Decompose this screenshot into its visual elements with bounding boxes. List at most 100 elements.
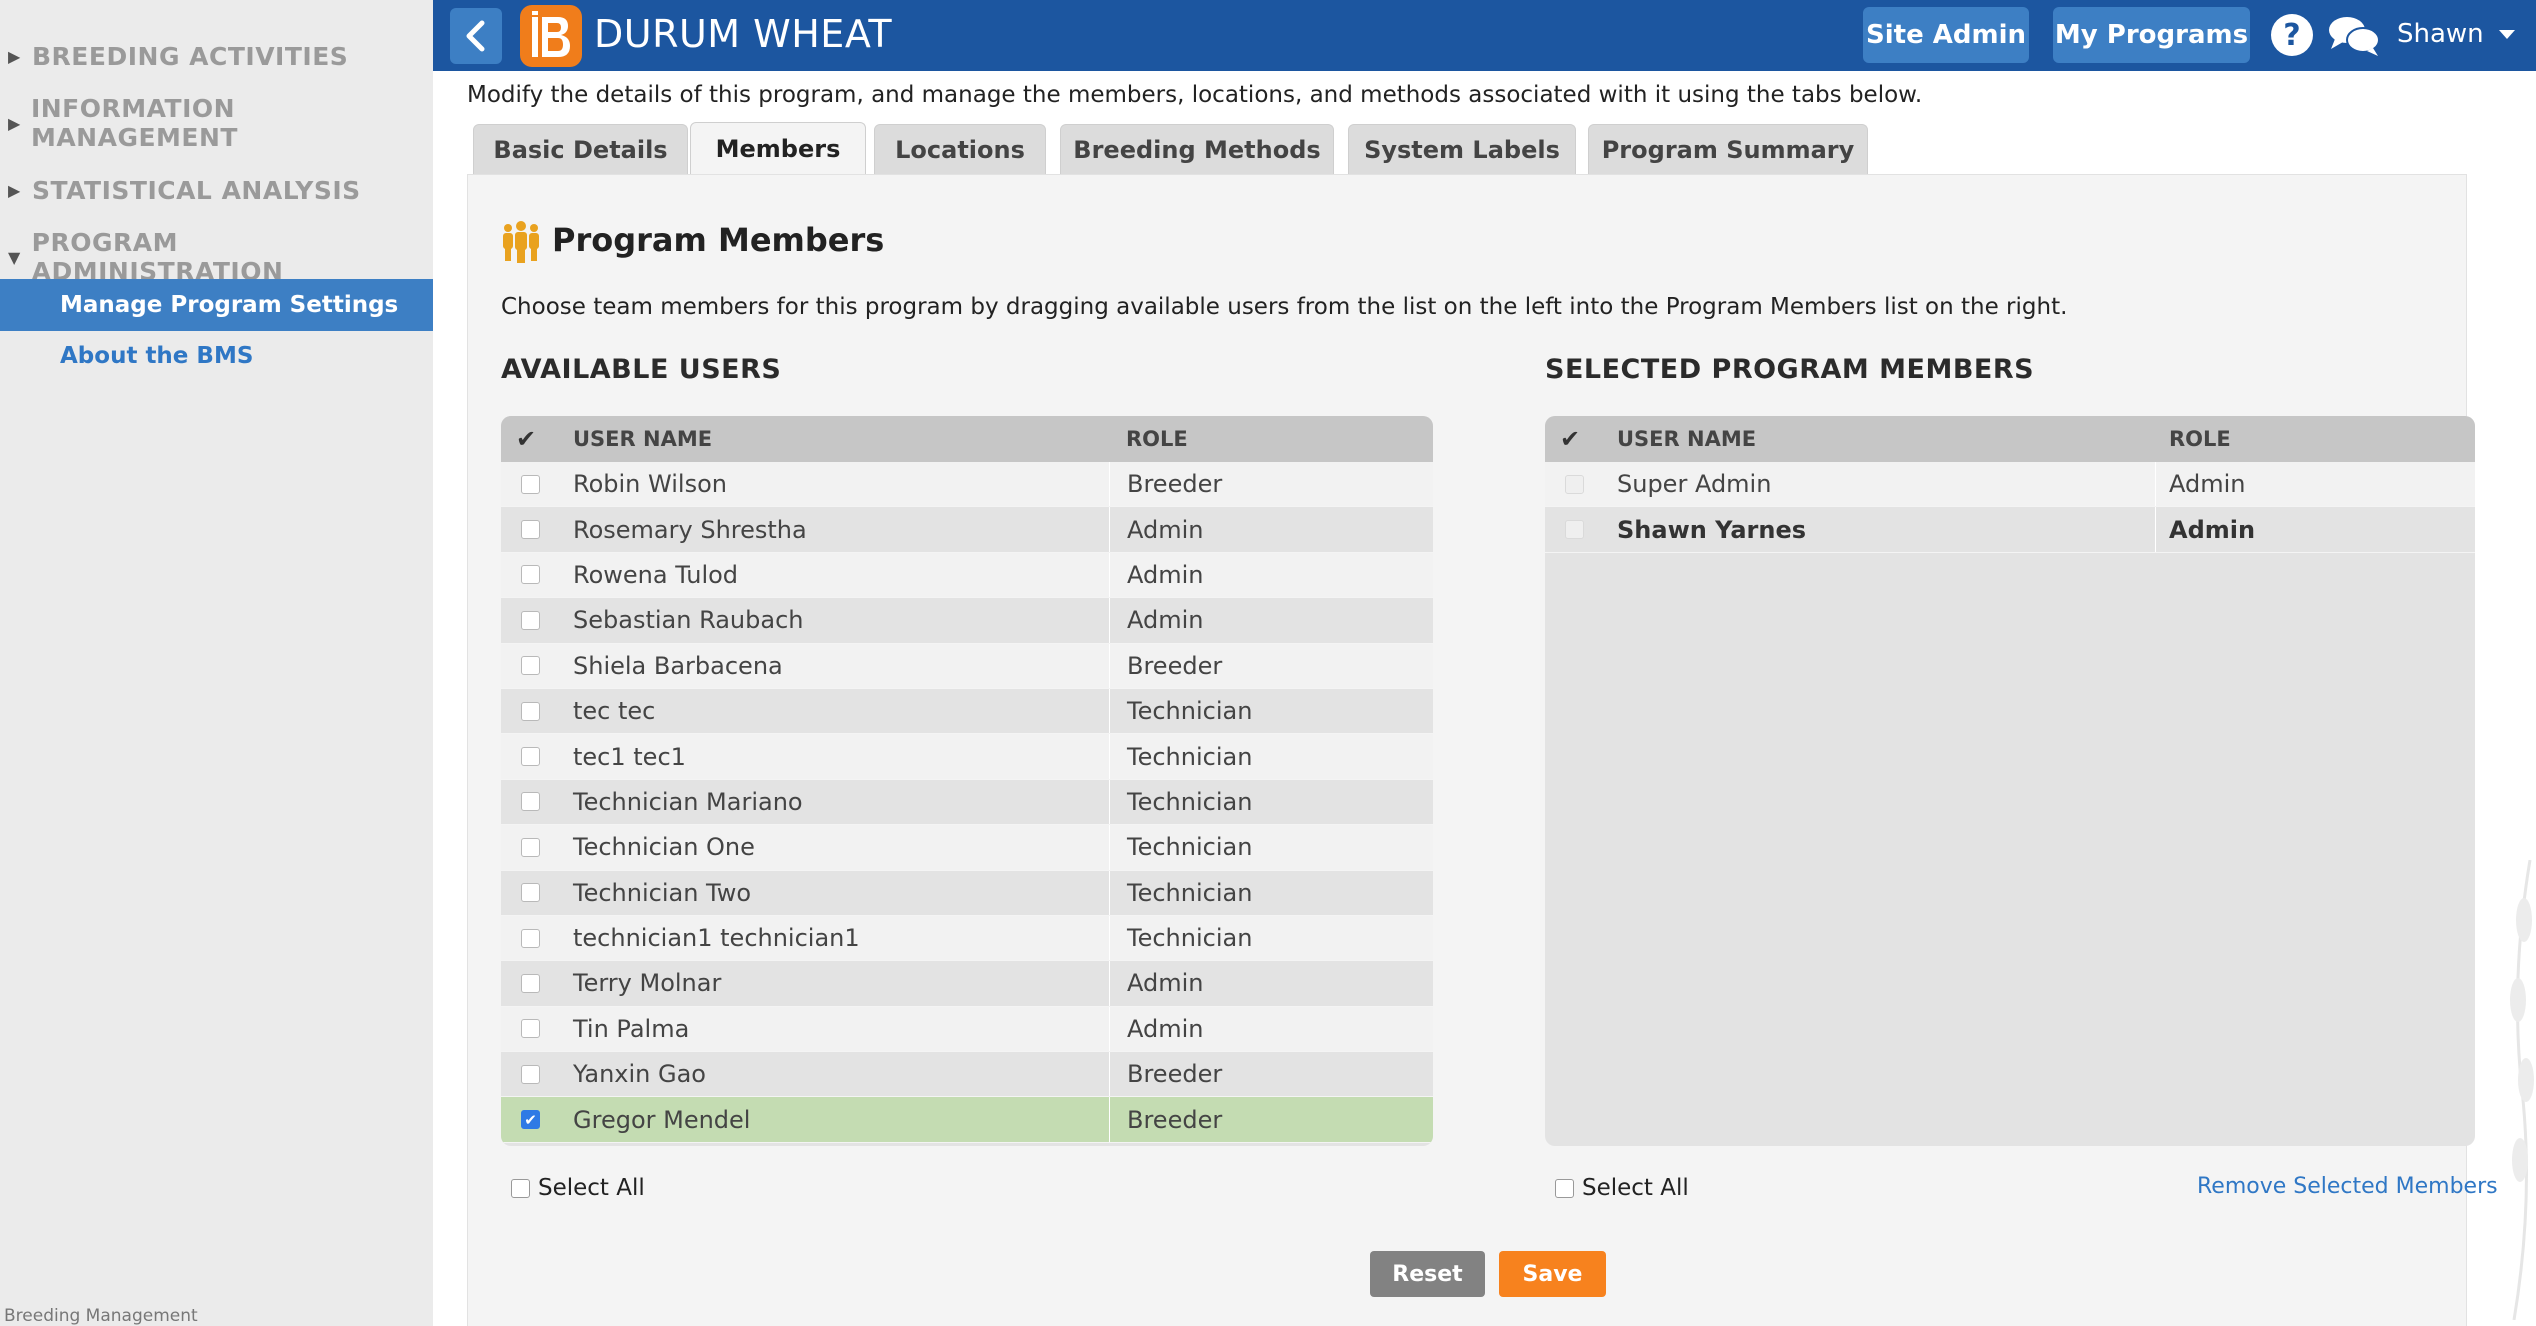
row-checkbox[interactable]: [521, 1064, 540, 1084]
row-checkbox[interactable]: [1565, 520, 1584, 540]
selected-select-all[interactable]: Select All: [1555, 1175, 1689, 1201]
row-checkbox[interactable]: [1565, 474, 1584, 494]
help-icon[interactable]: ?: [2271, 14, 2313, 56]
table-row[interactable]: Technician Mariano Technician: [501, 779, 1433, 826]
user-name-cell: Super Admin: [1617, 470, 1772, 499]
role-cell: Breeder: [1127, 651, 1223, 680]
table-row[interactable]: ✔ Gregor Mendel Breeder: [501, 1097, 1433, 1143]
reset-button[interactable]: Reset: [1370, 1251, 1485, 1297]
available-users-table[interactable]: ✔ USER NAME ROLE Robin Wilson Breeder Rose…: [501, 416, 1433, 1146]
user-name-cell: Rowena Tulod: [573, 560, 739, 589]
row-checkbox[interactable]: [521, 837, 540, 857]
column-divider: [1109, 552, 1110, 598]
user-name-cell: tec1 tec1: [573, 742, 686, 771]
table-row[interactable]: Technician Two Technician: [501, 870, 1433, 916]
user-name-cell: Technician One: [573, 833, 755, 862]
select-all-label: Select All: [1582, 1175, 1689, 1201]
table-row[interactable]: Rowena Tulod Admin: [501, 552, 1433, 599]
row-checkbox[interactable]: [521, 520, 540, 540]
sidebar: ▶ BREEDING ACTIVITIES ▶ INFORMATION MANA…: [0, 0, 433, 1326]
row-checkbox[interactable]: [521, 883, 540, 903]
user-name-cell: Terry Molnar: [573, 969, 722, 998]
table-row[interactable]: tec1 tec1 Technician: [501, 734, 1433, 780]
column-divider: [1109, 1006, 1110, 1052]
row-checkbox[interactable]: [521, 928, 540, 948]
table-row[interactable]: Terry Molnar Admin: [501, 961, 1433, 1007]
select-all-checkbox[interactable]: [1555, 1178, 1574, 1198]
column-divider: [1109, 734, 1110, 779]
column-header-user-name: USER NAME: [1617, 427, 1757, 451]
row-checkbox[interactable]: [521, 792, 540, 812]
tab-program-summary[interactable]: Program Summary: [1588, 124, 1868, 174]
select-all-label: Select All: [538, 1175, 645, 1201]
row-checkbox[interactable]: ✔: [521, 1110, 540, 1130]
tab-members[interactable]: Members: [690, 122, 866, 175]
back-button[interactable]: [450, 8, 502, 64]
table-row[interactable]: Super Admin Admin: [1545, 462, 2475, 508]
user-menu[interactable]: Shawn: [2397, 19, 2484, 49]
role-cell: Admin: [2169, 470, 2246, 499]
table-row[interactable]: Shiela Barbacena Breeder: [501, 643, 1433, 689]
row-checkbox[interactable]: [521, 565, 540, 585]
select-all-checkbox[interactable]: [511, 1178, 530, 1198]
row-checkbox[interactable]: [521, 610, 540, 630]
row-checkbox[interactable]: [521, 701, 540, 721]
user-name-cell: Gregor Mendel: [573, 1105, 751, 1134]
sidebar-item-about-bms[interactable]: About the BMS: [60, 343, 253, 369]
caret-right-icon: ▶: [8, 113, 21, 133]
tab-breeding-methods[interactable]: Breeding Methods: [1060, 124, 1334, 174]
role-cell: Technician: [1127, 924, 1253, 953]
sidebar-section-breeding-activities[interactable]: ▶ BREEDING ACTIVITIES: [8, 36, 348, 76]
table-row[interactable]: Technician One Technician: [501, 825, 1433, 871]
table-row[interactable]: Rosemary Shrestha Admin: [501, 507, 1433, 553]
user-name-cell: Robin Wilson: [573, 470, 727, 499]
table-row[interactable]: Sebastian Raubach Admin: [501, 598, 1433, 644]
table-row[interactable]: technician1 technician1 Technician: [501, 915, 1433, 962]
sidebar-item-manage-program-settings[interactable]: Manage Program Settings: [0, 279, 433, 331]
caret-right-icon: ▶: [8, 180, 21, 200]
sidebar-section-program-administration[interactable]: ▼ PROGRAM ADMINISTRATION: [8, 228, 433, 286]
selected-members-table[interactable]: ✔ USER NAME ROLE Super Admin Admin Shawn Y…: [1545, 416, 2475, 1146]
table-row[interactable]: Robin Wilson Breeder: [501, 462, 1433, 508]
sidebar-section-label: BREEDING ACTIVITIES: [32, 41, 349, 71]
tab-system-labels[interactable]: System Labels: [1348, 124, 1576, 174]
column-divider: [1109, 688, 1110, 734]
role-cell: Admin: [1127, 560, 1204, 589]
column-header-role: ROLE: [2169, 427, 2231, 451]
user-name-cell: technician1 technician1: [573, 924, 860, 953]
page-description: Modify the details of this program, and …: [467, 82, 1923, 108]
column-divider: [2155, 462, 2156, 507]
column-divider: [1109, 825, 1110, 870]
row-checkbox[interactable]: [521, 656, 540, 676]
table-row[interactable]: tec tec Technician: [501, 688, 1433, 735]
table-row[interactable]: Tin Palma Admin: [501, 1006, 1433, 1053]
user-name-cell: Sebastian Raubach: [573, 606, 804, 635]
tab-basic-details[interactable]: Basic Details: [473, 124, 688, 174]
row-checkbox[interactable]: [521, 747, 540, 767]
column-divider: [1109, 462, 1110, 507]
table-row[interactable]: Yanxin Gao Breeder: [501, 1052, 1433, 1098]
chevron-left-icon: [466, 20, 485, 52]
remove-selected-members-link[interactable]: Remove Selected Members: [2197, 1174, 2498, 1199]
row-checkbox[interactable]: [521, 474, 540, 494]
caret-down-icon: ▼: [8, 247, 21, 267]
site-admin-button[interactable]: Site Admin: [1863, 7, 2029, 63]
table-row[interactable]: Shawn Yarnes Admin: [1545, 507, 2475, 553]
chat-icon[interactable]: [2327, 14, 2381, 58]
sidebar-section-information-management[interactable]: ▶ INFORMATION MANAGEMENT: [8, 94, 433, 152]
bms-logo-icon: [520, 5, 582, 67]
column-divider: [1109, 915, 1110, 961]
row-checkbox[interactable]: [521, 1019, 540, 1039]
my-programs-button[interactable]: My Programs: [2053, 7, 2250, 63]
row-checkbox[interactable]: [521, 973, 540, 993]
sidebar-section-statistical-analysis[interactable]: ▶ STATISTICAL ANALYSIS: [8, 170, 361, 210]
user-name-cell: Shiela Barbacena: [573, 651, 783, 680]
column-divider: [1109, 870, 1110, 915]
caret-down-icon[interactable]: [2499, 30, 2515, 39]
available-select-all[interactable]: Select All: [511, 1175, 645, 1201]
save-button[interactable]: Save: [1499, 1251, 1606, 1297]
column-divider: [2155, 507, 2156, 552]
column-divider: [1109, 643, 1110, 688]
sidebar-footer: Breeding Management: [4, 1306, 198, 1326]
tab-locations[interactable]: Locations: [874, 124, 1046, 174]
